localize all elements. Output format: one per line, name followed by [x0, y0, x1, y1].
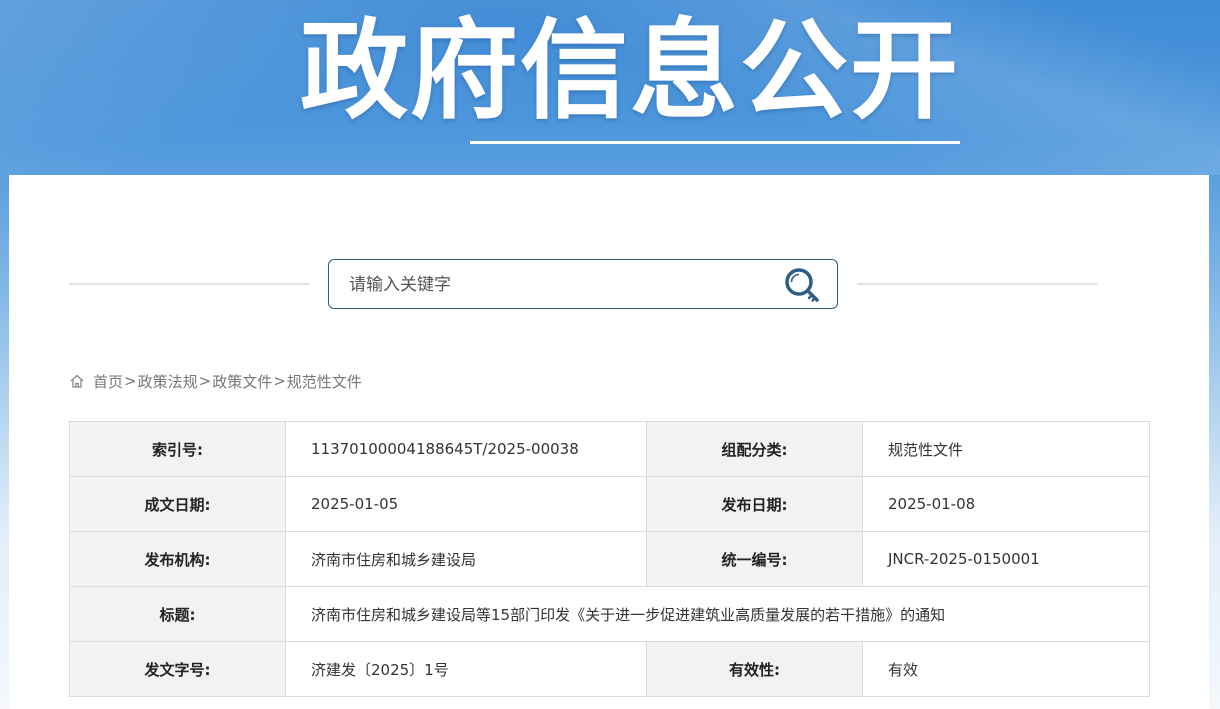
category-label: 组配分类:: [646, 421, 863, 477]
breadcrumb: 首页 > 政策法规 > 政策文件 > 规范性文件: [69, 371, 362, 391]
breadcrumb-separator: >: [273, 372, 286, 390]
breadcrumb-policy-documents[interactable]: 政策文件: [212, 371, 272, 392]
validity-value: 有效: [862, 641, 1150, 697]
breadcrumb-separator: >: [124, 372, 137, 390]
publisher-value: 济南市住房和城乡建设局: [285, 531, 647, 587]
page-title: 政府信息公开: [300, 9, 961, 134]
category-value: 规范性文件: [862, 421, 1150, 477]
search-divider-right: [857, 283, 1097, 285]
publish-date-value: 2025-01-08: [862, 476, 1150, 532]
table-row: 标题: 济南市住房和城乡建设局等15部门印发《关于进一步促进建筑业高质量发展的若…: [69, 586, 1150, 642]
header-banner: 政府信息公开: [0, 0, 1220, 175]
table-row: 成文日期: 2025-01-05 发布日期: 2025-01-08: [69, 476, 1150, 532]
written-date-value: 2025-01-05: [285, 476, 647, 532]
search-icon[interactable]: [781, 264, 823, 306]
search-input[interactable]: [347, 260, 771, 310]
search-divider-left: [69, 283, 309, 285]
document-number-label: 发文字号:: [69, 641, 286, 697]
table-row: 发文字号: 济建发〔2025〕1号 有效性: 有效: [69, 641, 1150, 697]
table-row: 索引号: 11370100004188645T/2025-00038 组配分类:…: [69, 421, 1150, 477]
document-number-value: 济建发〔2025〕1号: [285, 641, 647, 697]
breadcrumb-normative-documents[interactable]: 规范性文件: [287, 371, 362, 392]
content-panel: 首页 > 政策法规 > 政策文件 > 规范性文件 索引号: 1137010000…: [9, 175, 1209, 709]
title-value: 济南市住房和城乡建设局等15部门印发《关于进一步促进建筑业高质量发展的若干措施》…: [285, 586, 1150, 642]
written-date-label: 成文日期:: [69, 476, 286, 532]
breadcrumb-policy-regulations[interactable]: 政策法规: [138, 371, 198, 392]
table-row: 发布机构: 济南市住房和城乡建设局 统一编号: JNCR-2025-015000…: [69, 531, 1150, 587]
unified-number-label: 统一编号:: [646, 531, 863, 587]
title-underline: [470, 141, 960, 144]
document-info-table: 索引号: 11370100004188645T/2025-00038 组配分类:…: [69, 421, 1150, 697]
title-label: 标题:: [69, 586, 286, 642]
home-icon: [70, 374, 84, 388]
publisher-label: 发布机构:: [69, 531, 286, 587]
breadcrumb-home[interactable]: 首页: [93, 371, 123, 392]
index-number-label: 索引号:: [69, 421, 286, 477]
breadcrumb-separator: >: [198, 372, 212, 390]
publish-date-label: 发布日期:: [646, 476, 863, 532]
unified-number-value: JNCR-2025-0150001: [862, 531, 1150, 587]
search-box: [328, 259, 838, 310]
index-number-value: 11370100004188645T/2025-00038: [285, 421, 647, 477]
validity-label: 有效性:: [646, 641, 863, 697]
